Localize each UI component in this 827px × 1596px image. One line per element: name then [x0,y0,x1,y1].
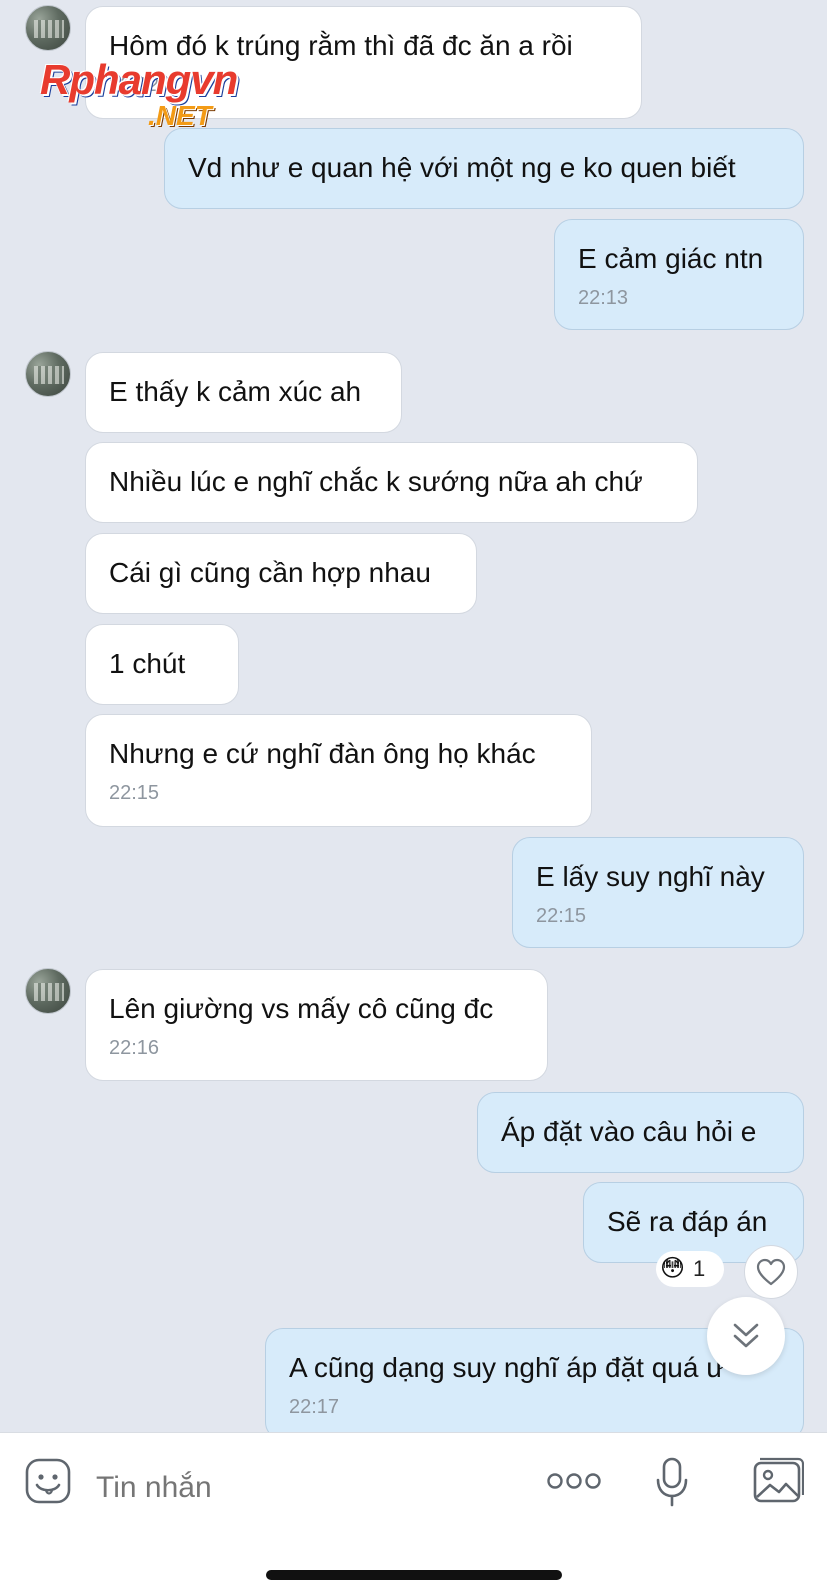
contact-avatar[interactable] [25,5,71,51]
heart-react-button[interactable] [744,1245,798,1299]
message-time: 22:17 [289,1396,340,1418]
flushed-face-icon: 😳 [660,1255,686,1282]
reaction-count: 1 [693,1256,706,1281]
message-text: A cũng dạng suy nghĩ áp đặt quá ư [289,1352,725,1383]
heart-icon [756,1258,786,1286]
sticker-smiley-icon [25,1458,71,1504]
message-bubble-outgoing[interactable]: E lấy suy nghĩ này 22:15 [512,837,804,948]
message-bubble-incoming[interactable]: Nhưng e cứ nghĩ đàn ông họ khác 22:15 [85,714,592,827]
double-chevron-down-icon [733,1323,759,1348]
message-time: 22:15 [536,905,587,927]
message-bubble-incoming[interactable]: E thấy k cảm xúc ah [85,352,402,433]
message-input-bar [0,1432,827,1596]
message-time: 22:16 [109,1037,160,1059]
more-options-button[interactable] [546,1457,602,1505]
message-bubble-outgoing[interactable]: Vd như e quan hệ với một ng e ko quen bi… [164,128,804,209]
message-text: 1 chút [109,648,186,679]
message-bubble-incoming[interactable]: Nhiều lúc e nghĩ chắc k sướng nữa ah chứ [85,442,698,523]
scroll-to-bottom-button[interactable] [707,1297,785,1375]
message-bubble-incoming[interactable]: Lên giường vs mấy cô cũng đc 22:16 [85,969,548,1081]
message-text: Áp đặt vào câu hỏi e [501,1116,757,1147]
message-time: 22:13 [578,287,629,309]
message-text: E lấy suy nghĩ này [536,861,765,892]
message-time: 22:15 [109,782,160,804]
message-bubble-incoming[interactable]: 1 chút [85,624,239,705]
message-text: Lên giường vs mấy cô cũng đc [109,993,494,1024]
message-text: Nhưng e cứ nghĩ đàn ông họ khác [109,738,536,769]
voice-record-button[interactable] [652,1455,692,1509]
contact-avatar[interactable] [25,351,71,397]
microphone-icon [656,1457,688,1507]
sticker-button[interactable] [24,1457,72,1505]
chat-area[interactable]: Hôm đó k trúng rằm thì đã đc ăn a rồi 22… [0,0,827,1432]
more-dots-icon [547,1473,601,1489]
watermark-logo: Rphangvn .NET [40,56,290,136]
home-indicator [266,1570,562,1580]
image-gallery-icon [753,1457,804,1503]
message-bubble-outgoing[interactable]: Áp đặt vào câu hỏi e [477,1092,804,1173]
message-text: E thấy k cảm xúc ah [109,376,362,407]
message-text: Sẽ ra đáp án [607,1206,768,1237]
message-text: E cảm giác ntn [578,243,764,274]
message-text: Cái gì cũng cần hợp nhau [109,557,431,588]
image-picker-button[interactable] [752,1457,804,1505]
reaction-badge[interactable]: 😳 1 [656,1251,724,1287]
message-input[interactable] [96,1471,516,1505]
message-text: Nhiều lúc e nghĩ chắc k sướng nữa ah chứ [109,466,643,497]
message-text: Vd như e quan hệ với một ng e ko quen bi… [188,152,736,183]
contact-avatar[interactable] [25,968,71,1014]
message-bubble-incoming[interactable]: Cái gì cũng cần hợp nhau [85,533,477,614]
watermark-main-text: Rphangvn [40,56,238,103]
message-bubble-outgoing[interactable]: E cảm giác ntn 22:13 [554,219,804,330]
